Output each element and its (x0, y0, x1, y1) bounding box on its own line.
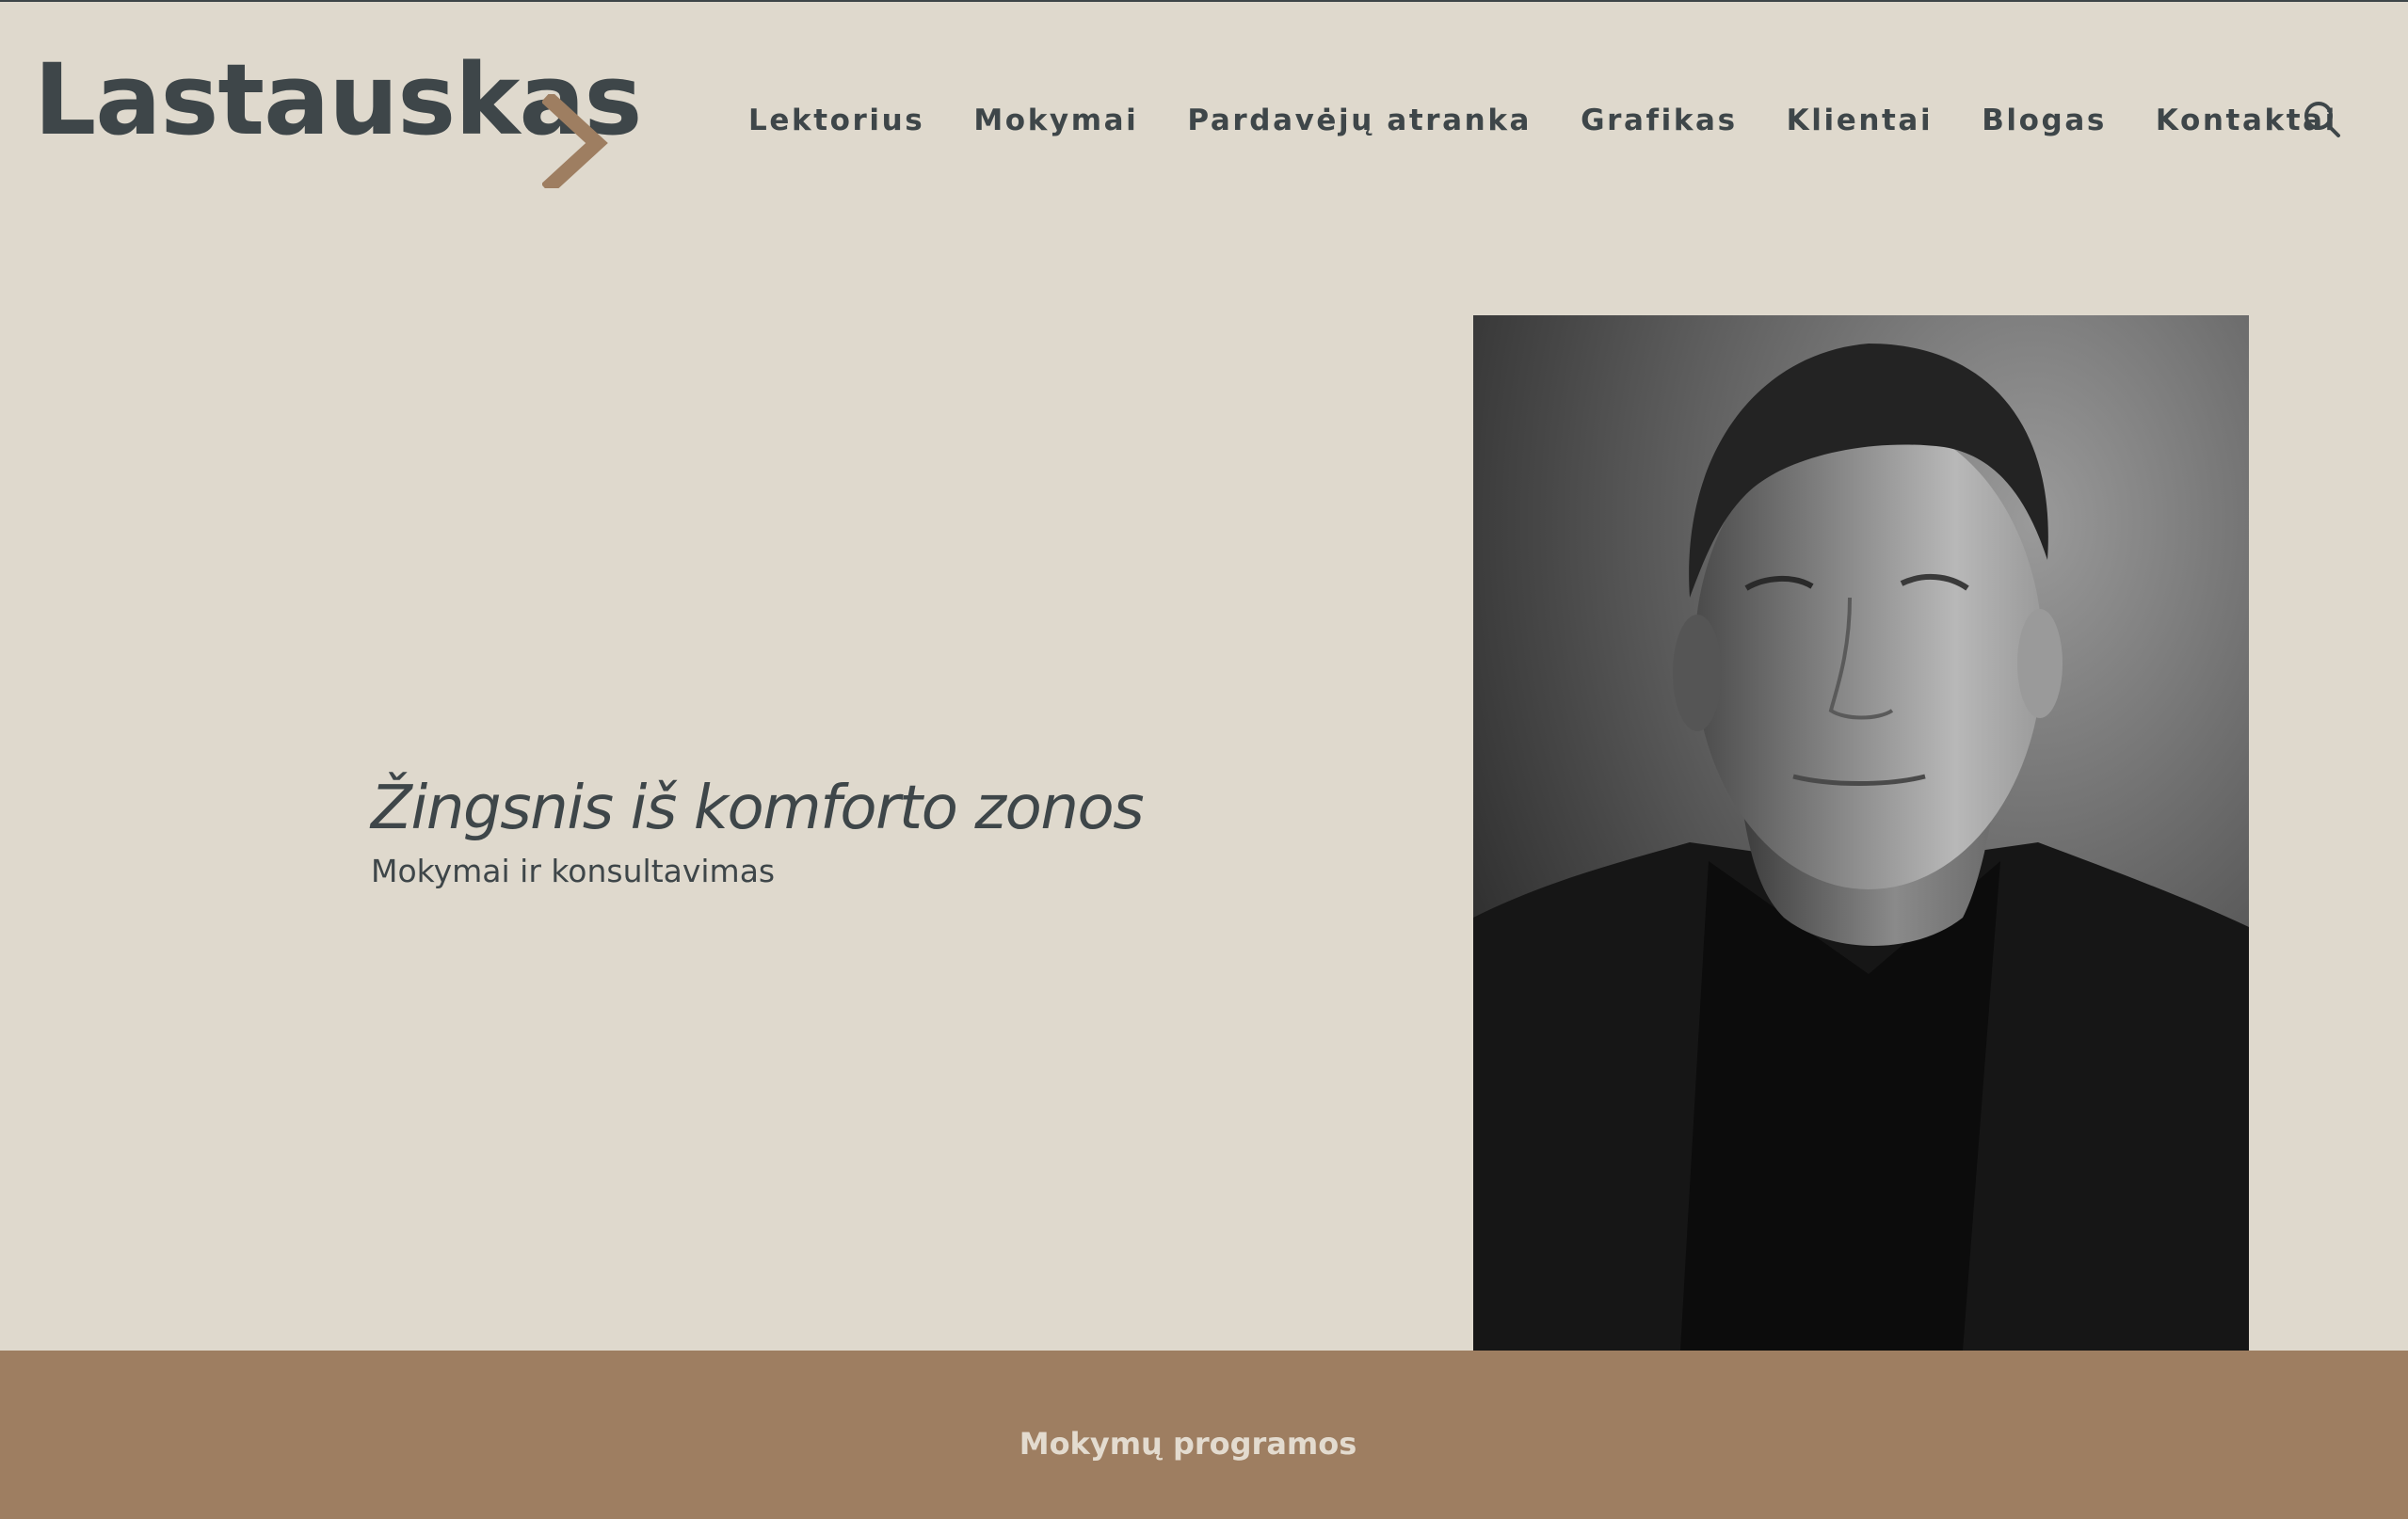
nav-item-pardaveju-atranka[interactable]: Pardavėjų atranka (1187, 104, 1532, 137)
nav-item-lektorius[interactable]: Lektorius (748, 104, 924, 137)
portrait-photo (1473, 315, 2249, 1351)
hero-title: Žingsnis iš komforto zonos (371, 774, 1145, 843)
hero-text: Žingsnis iš komforto zonos Mokymai ir ko… (371, 766, 1406, 892)
programs-link[interactable]: Mokymų programos (0, 1426, 2376, 1462)
main-nav: Lektorius Mokymai Pardavėjų atranka Graf… (748, 96, 2337, 145)
programs-band: Mokymų programos (0, 1351, 2408, 1519)
page: Lastauskas Lektorius Mokymai Pardavėjų a… (0, 0, 2408, 1519)
nav-item-klientai[interactable]: Klientai (1787, 104, 1934, 137)
hero-subtitle: Mokymai ir konsultavimas (371, 853, 776, 889)
nav-item-mokymai[interactable]: Mokymai (973, 104, 1138, 137)
nav-item-blogas[interactable]: Blogas (1982, 104, 2107, 137)
logo-chevron-icon (542, 94, 608, 188)
search-button[interactable] (2303, 100, 2342, 139)
search-icon (2304, 102, 2340, 137)
nav-item-grafikas[interactable]: Grafikas (1581, 104, 1738, 137)
